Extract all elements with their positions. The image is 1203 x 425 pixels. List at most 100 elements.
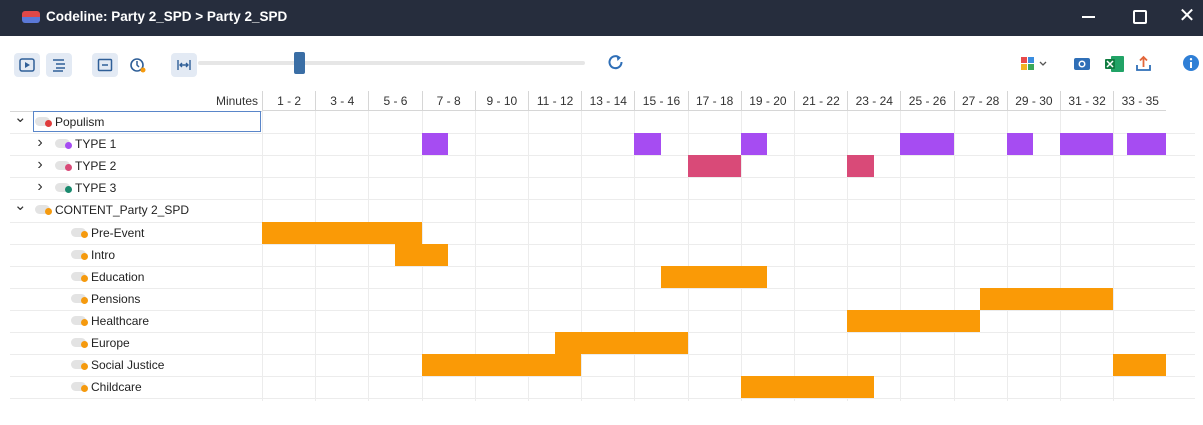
code-row-label[interactable]: Social Justice <box>91 354 164 376</box>
code-row-label[interactable]: CONTENT_Party 2_SPD <box>55 199 189 221</box>
minute-column-header[interactable]: 25 - 26 <box>900 91 954 111</box>
minute-column-header[interactable]: 29 - 30 <box>1006 91 1060 111</box>
grid-row-line <box>10 354 1195 356</box>
code-icon <box>71 271 88 282</box>
minute-column-header[interactable]: 1 - 2 <box>262 91 316 111</box>
code-row-label[interactable]: TYPE 3 <box>75 177 116 199</box>
coded-segment[interactable] <box>262 221 422 244</box>
export-icon[interactable] <box>1134 54 1154 74</box>
grid-row-line <box>10 376 1195 378</box>
coded-segment[interactable] <box>1060 133 1114 156</box>
table-view-button[interactable] <box>92 53 118 77</box>
coded-segment[interactable] <box>740 376 874 399</box>
minutes-header: Minutes <box>10 91 262 112</box>
code-row-label[interactable]: Childcare <box>91 376 142 398</box>
minute-column-header[interactable]: 3 - 4 <box>315 91 369 111</box>
coded-segment[interactable] <box>634 133 661 156</box>
table-view-icon <box>97 58 113 72</box>
zoom-slider-track[interactable] <box>198 61 585 65</box>
minute-column-header[interactable]: 13 - 14 <box>581 91 635 111</box>
coded-segment[interactable] <box>900 133 954 156</box>
code-row-label[interactable]: Europe <box>91 332 130 354</box>
title-bar: Codeline: Party 2_SPD > Party 2_SPD ✕ <box>0 0 1203 36</box>
list-outline-icon <box>53 59 65 72</box>
refresh-icon[interactable] <box>606 53 626 73</box>
code-icon <box>71 227 88 238</box>
code-icon <box>35 117 52 127</box>
minute-column-header[interactable]: 9 - 10 <box>474 91 528 111</box>
grid-row-line <box>10 221 1195 223</box>
minute-column-header[interactable]: 19 - 20 <box>740 91 794 111</box>
play-icon <box>19 58 35 72</box>
code-row-label[interactable]: Healthcare <box>91 310 149 332</box>
outline-button[interactable] <box>46 53 72 77</box>
grid-row-line <box>10 243 1195 245</box>
chevron-right-icon[interactable]: › <box>34 177 46 199</box>
code-row-label[interactable]: Intro <box>91 244 115 266</box>
grid-row-line <box>10 309 1195 311</box>
clock-icon <box>130 58 146 73</box>
clock-button[interactable] <box>124 53 150 77</box>
minute-column-header[interactable]: 7 - 8 <box>421 91 475 111</box>
code-icon <box>71 338 88 348</box>
code-row-label[interactable]: TYPE 2 <box>75 155 116 177</box>
play-button[interactable] <box>14 53 40 77</box>
minute-column-header[interactable]: 11 - 12 <box>528 91 582 111</box>
coded-segment[interactable] <box>847 155 874 178</box>
coded-segment[interactable] <box>1113 354 1167 377</box>
coded-segment[interactable] <box>1006 133 1034 156</box>
maximize-button[interactable] <box>1126 4 1152 28</box>
camera-icon[interactable] <box>1073 55 1093 73</box>
code-icon <box>71 360 88 371</box>
coded-segment[interactable] <box>395 243 449 266</box>
coded-segment[interactable] <box>1126 133 1167 156</box>
color-palette-icon[interactable] <box>1020 55 1050 73</box>
coded-segment[interactable] <box>740 133 768 156</box>
code-icon <box>55 161 72 172</box>
code-icon <box>35 205 52 216</box>
close-button[interactable]: ✕ <box>1174 4 1200 28</box>
coded-segment[interactable] <box>980 287 1114 310</box>
code-row-label[interactable]: Pre-Event <box>91 222 144 244</box>
code-icon <box>71 382 88 393</box>
coded-segment[interactable] <box>421 354 582 377</box>
code-row-label[interactable]: Education <box>91 266 144 288</box>
window-title: Codeline: Party 2_SPD > Party 2_SPD <box>46 9 288 24</box>
code-icon <box>71 249 88 260</box>
grid-row-line <box>10 398 1195 400</box>
minute-column-header[interactable]: 23 - 24 <box>847 91 901 111</box>
coded-segment[interactable] <box>421 133 449 156</box>
grid-row-line <box>10 155 1195 157</box>
code-icon <box>55 139 72 150</box>
minute-column-header[interactable]: 15 - 16 <box>634 91 688 111</box>
minute-column-header[interactable]: 31 - 32 <box>1060 91 1114 111</box>
code-row-label[interactable]: Populism <box>55 111 104 133</box>
minute-column-header[interactable]: 21 - 22 <box>794 91 848 111</box>
minute-column-header[interactable]: 17 - 18 <box>687 91 741 111</box>
code-icon <box>71 293 88 304</box>
chevron-down-icon[interactable]: ⌄ <box>14 110 27 133</box>
chevron-down-icon[interactable]: ⌄ <box>14 198 27 221</box>
coded-segment[interactable] <box>661 265 768 288</box>
coded-segment[interactable] <box>847 309 981 332</box>
chevron-right-icon[interactable]: › <box>34 155 46 177</box>
app-icon <box>22 11 40 23</box>
zoom-slider-thumb[interactable] <box>294 52 305 74</box>
grid-row-line <box>10 177 1195 179</box>
chevron-right-icon[interactable]: › <box>34 133 46 155</box>
minute-column-header[interactable]: 27 - 28 <box>953 91 1007 111</box>
minute-column-header[interactable]: 5 - 6 <box>368 91 422 111</box>
code-icon <box>55 183 72 194</box>
coded-segment[interactable] <box>554 332 688 354</box>
code-icon <box>71 315 88 326</box>
coded-segment[interactable] <box>687 155 741 178</box>
codeline-grid: Minutes 1 - 23 - 45 - 67 - 89 - 10 11 - 1… <box>10 91 1195 401</box>
info-icon[interactable] <box>1182 54 1202 74</box>
code-row-label[interactable]: TYPE 1 <box>75 133 116 155</box>
grid-row-line <box>10 265 1195 267</box>
minute-column-header[interactable]: 33 - 35 <box>1113 91 1167 111</box>
excel-icon[interactable] <box>1104 54 1126 74</box>
minimize-button[interactable] <box>1075 4 1101 28</box>
fit-width-button[interactable] <box>171 53 197 77</box>
code-row-label[interactable]: Pensions <box>91 288 140 310</box>
